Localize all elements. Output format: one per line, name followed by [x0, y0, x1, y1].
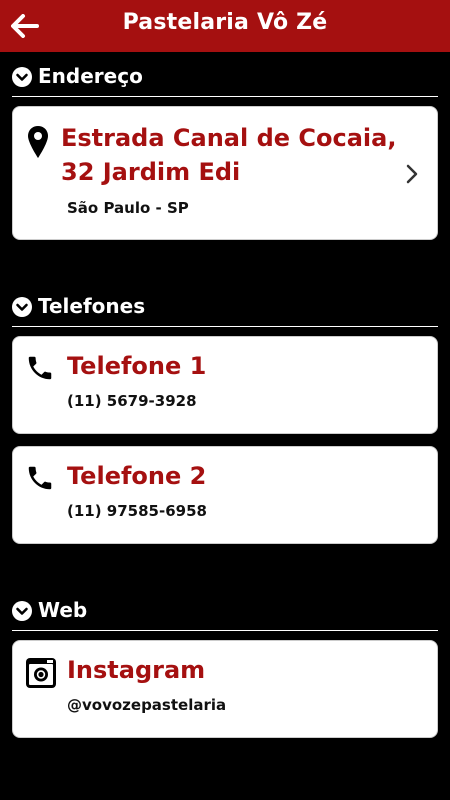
page-title: Pastelaria Vô Zé	[122, 10, 328, 35]
instagram-icon	[26, 658, 56, 688]
section-header-phones: Telefones	[12, 292, 438, 327]
address-line-2: 32 Jardim Edi	[61, 158, 241, 186]
map-pin-icon	[28, 126, 48, 158]
section-title-web: Web	[38, 598, 88, 622]
phone-icon	[28, 356, 52, 380]
instagram-card[interactable]: Instagram @vovozepastelaria	[12, 640, 438, 738]
phone-label-2: Telefone 2	[67, 462, 207, 490]
app-header: Pastelaria Vô Zé	[0, 0, 450, 52]
address-city: São Paulo - SP	[67, 199, 189, 217]
section-header-address: Endereço	[12, 62, 438, 97]
section-title-address: Endereço	[38, 64, 143, 88]
phone-card-1[interactable]: Telefone 1 (11) 5679-3928	[12, 336, 438, 434]
phone-number-2: (11) 97585-6958	[67, 502, 207, 520]
address-line-1: Estrada Canal de Cocaia,	[61, 124, 397, 152]
phone-icon	[28, 466, 52, 490]
section-header-web: Web	[12, 596, 438, 631]
phone-label-1: Telefone 1	[67, 352, 207, 380]
chevron-right-icon	[406, 164, 418, 184]
section-title-phones: Telefones	[38, 294, 146, 318]
chevron-down-icon	[12, 297, 32, 317]
instagram-label: Instagram	[67, 656, 206, 684]
phone-card-2[interactable]: Telefone 2 (11) 97585-6958	[12, 446, 438, 544]
chevron-down-icon	[12, 67, 32, 87]
chevron-down-icon	[12, 601, 32, 621]
address-card[interactable]: Estrada Canal de Cocaia, 32 Jardim Edi S…	[12, 106, 438, 240]
instagram-handle: @vovozepastelaria	[67, 696, 227, 714]
phone-number-1: (11) 5679-3928	[67, 392, 197, 410]
